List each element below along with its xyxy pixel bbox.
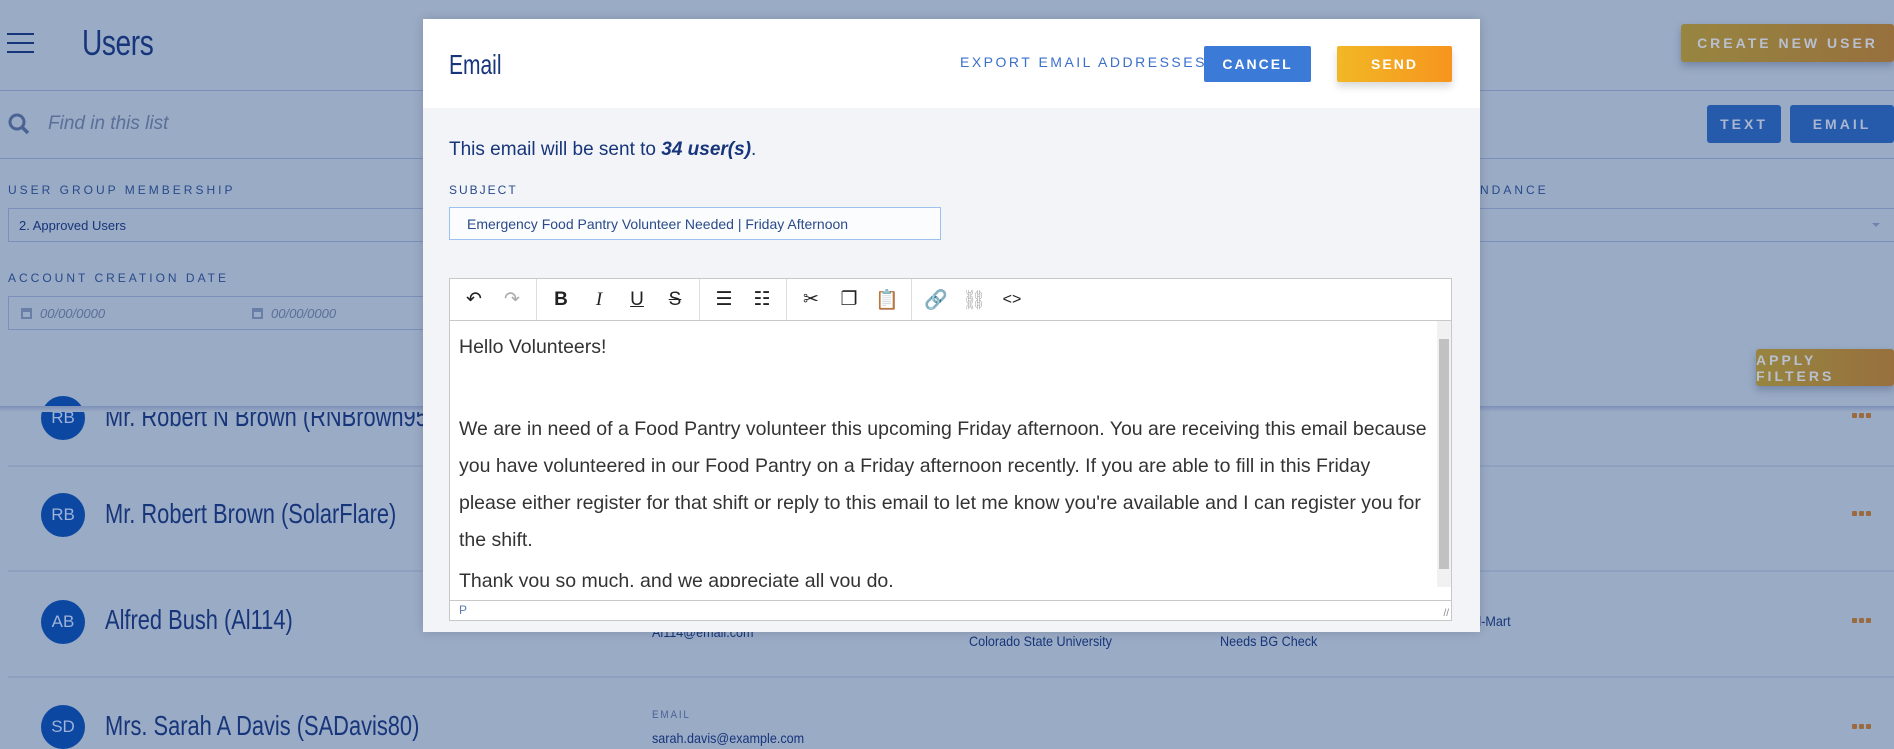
user-name[interactable]: Alfred Bush (Al114)	[105, 604, 293, 636]
more-options-icon[interactable]	[1852, 618, 1871, 623]
cancel-button[interactable]: CANCEL	[1204, 46, 1311, 82]
empty-paragraph	[459, 370, 1428, 407]
email-body[interactable]: Hello Volunteers! We are in need of a Fo…	[450, 321, 1437, 587]
send-button[interactable]: SEND	[1337, 46, 1452, 82]
italic-icon[interactable]: I	[580, 283, 618, 317]
copy-icon[interactable]: ❐	[830, 283, 868, 317]
more-options-icon[interactable]	[1852, 511, 1871, 516]
calendar-icon	[252, 307, 263, 319]
undo-icon[interactable]: ↶	[455, 283, 493, 317]
search-icon	[8, 113, 30, 135]
attendance-label: NDANCE	[1480, 183, 1549, 197]
account-creation-date-label: ACCOUNT CREATION DATE	[8, 271, 230, 285]
bullet-list-icon[interactable]: ☰	[705, 283, 743, 317]
user-email: sarah.davis@example.com	[652, 730, 805, 746]
user-name[interactable]: Mr. Robert Brown (SolarFlare)	[105, 498, 396, 530]
date-range: 00/00/0000 00/00/0000	[8, 296, 428, 330]
text-button[interactable]: TEXT	[1707, 105, 1781, 143]
recipient-suffix: .	[751, 139, 757, 160]
scrollbar-thumb[interactable]	[1439, 339, 1449, 569]
attendance-select[interactable]	[1480, 208, 1894, 242]
more-options-icon[interactable]	[1852, 413, 1871, 418]
rich-text-editor: ↶ ↷ BIUS ☰ ☷ ✂ ❐ 📋 🔗 ⛓ <> Hello Volunteers! We…	[449, 278, 1452, 621]
row-divider	[8, 676, 1894, 678]
subject-input[interactable]	[449, 207, 941, 240]
user-school: Colorado State University	[969, 633, 1112, 649]
editor-status-bar: P //	[450, 600, 1451, 620]
calendar-icon	[21, 307, 32, 319]
bold-icon[interactable]: B	[542, 283, 580, 317]
strikethrough-icon[interactable]: S	[656, 283, 694, 317]
more-options-icon[interactable]	[1852, 724, 1871, 729]
user-group-value: 2. Approved Users	[19, 217, 126, 233]
email-label: EMAIL	[652, 709, 691, 721]
recipient-count-text: This email will be sent to 34 user(s).	[449, 139, 756, 161]
element-path[interactable]: P	[459, 603, 467, 617]
user-name[interactable]: Mrs. Sarah A Davis (SADavis80)	[105, 710, 419, 742]
unlink-icon[interactable]: ⛓	[955, 283, 993, 317]
body-paragraph: Hello Volunteers!	[459, 336, 607, 358]
body-paragraph: We are in need of a Food Pantry voluntee…	[459, 418, 1427, 551]
modal-title: Email	[449, 49, 502, 80]
avatar: RB	[41, 493, 85, 537]
subject-label: SUBJECT	[449, 183, 518, 197]
cut-icon[interactable]: ✂	[792, 283, 830, 317]
body-paragraph: Thank you so much, and we appreciate all…	[459, 570, 894, 587]
source-code-icon[interactable]: <>	[993, 283, 1031, 317]
email-button[interactable]: EMAIL	[1790, 105, 1894, 143]
underline-icon[interactable]: U	[618, 283, 656, 317]
resize-handle-icon[interactable]: //	[1443, 608, 1449, 619]
apply-filters-button[interactable]: APPLY FILTERS	[1756, 349, 1894, 386]
redo-icon[interactable]: ↷	[493, 283, 531, 317]
editor-scrollbar[interactable]	[1437, 321, 1451, 587]
user-status: Needs BG Check	[1220, 633, 1318, 649]
date-from-input[interactable]: 00/00/0000	[40, 306, 240, 321]
menu-icon[interactable]	[7, 33, 34, 53]
email-modal: Email EXPORT EMAIL ADDRESSES CANCEL SEND…	[423, 19, 1480, 632]
avatar: AB	[41, 600, 85, 644]
user-group-label: USER GROUP MEMBERSHIP	[8, 183, 236, 197]
numbered-list-icon[interactable]: ☷	[743, 283, 781, 317]
date-to-input[interactable]: 00/00/0000	[271, 306, 336, 321]
paste-icon[interactable]: 📋	[868, 283, 906, 317]
recipient-count: 34 user(s)	[661, 139, 752, 160]
avatar: RB	[41, 396, 85, 440]
link-icon[interactable]: 🔗	[917, 283, 955, 317]
search-input[interactable]: Find in this list	[48, 113, 168, 135]
export-email-addresses-link[interactable]: EXPORT EMAIL ADDRESSES	[960, 54, 1207, 70]
editor-toolbar: ↶ ↷ BIUS ☰ ☷ ✂ ❐ 📋 🔗 ⛓ <>	[450, 279, 1451, 321]
user-group-select[interactable]: 2. Approved Users	[8, 208, 428, 242]
avatar: SD	[41, 705, 85, 749]
chevron-down-icon	[1872, 223, 1880, 231]
page-title: Users	[82, 22, 154, 63]
create-new-user-button[interactable]: CREATE NEW USER	[1681, 24, 1894, 62]
modal-header	[423, 19, 1480, 108]
recipient-prefix: This email will be sent to	[449, 139, 662, 160]
